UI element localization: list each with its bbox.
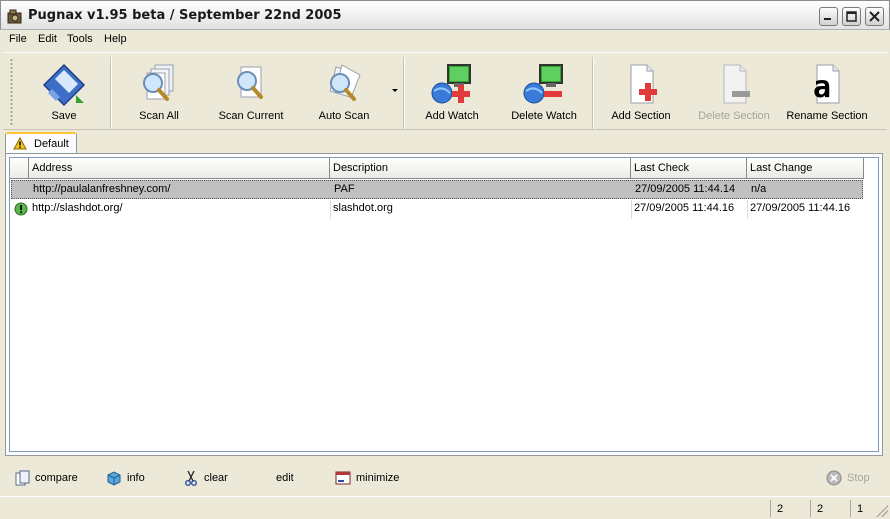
info-icon [107,471,121,486]
close-button[interactable] [865,7,884,26]
rename-section-button[interactable]: a Rename Section [781,59,873,127]
toolbar-separator [403,57,405,129]
rename-section-icon: a [813,64,840,105]
compare-label: compare [35,472,78,484]
column-header-status[interactable] [10,158,29,179]
delete-watch-label: Delete Watch [511,110,577,122]
save-button[interactable]: Save [23,59,105,127]
delete-section-icon [723,64,750,104]
last-check-cell: 27/09/2005 11:44.16 [634,202,735,214]
tab-default[interactable]: Default [5,132,77,154]
add-section-label: Add Section [611,110,671,122]
save-label: Save [51,110,77,122]
add-section-button[interactable]: Add Section [600,59,682,127]
status-panel-total: 2 [770,500,810,517]
bottom-toolbar: compare info clear edit minimize Stop [3,462,887,494]
info-button[interactable]: info [106,470,156,488]
delete-watch-button[interactable]: Delete Watch [503,59,585,127]
save-icon [42,63,86,107]
scan-all-label: Scan All [139,110,179,122]
app-icon [7,9,22,24]
auto-scan-icon [329,64,361,101]
resize-grip[interactable] [876,505,888,517]
minimize-window-icon [335,471,351,485]
last-change-cell: 27/09/2005 11:44.16 [750,202,851,214]
delete-section-label: Delete Section [698,110,770,122]
maximize-button[interactable] [842,7,861,26]
scan-current-button[interactable]: Scan Current [206,59,296,127]
scissors-icon [185,470,197,486]
section-tabs: Default [3,130,887,154]
column-header-description[interactable]: Description [330,158,631,179]
minimize-button[interactable] [819,7,838,26]
changed-icon [14,202,28,216]
delete-section-button[interactable]: Delete Section [693,59,775,127]
toolbar-grip[interactable] [10,58,13,126]
address-cell: http://paulalanfreshney.com/ [33,183,171,195]
scan-current-label: Scan Current [218,110,284,122]
status-panel-count: 2 [810,500,850,517]
last-check-cell: 27/09/2005 11:44.14 [635,183,736,195]
auto-scan-button[interactable]: Auto Scan [303,59,385,127]
compare-icon [15,470,30,486]
cell-divider [330,200,331,219]
table-row[interactable]: http://slashdot.org/ slashdot.org 27/09/… [11,200,863,219]
window-title: Pugnax v1.95 beta / September 22nd 2005 [28,8,342,23]
menu-edit[interactable]: Edit [38,33,57,45]
address-cell: http://slashdot.org/ [32,202,123,214]
watch-list[interactable]: Address Description Last Check Last Chan… [9,157,879,452]
toolbar-separator [110,57,112,129]
stop-icon [826,470,842,486]
status-panel-changed: 1 [850,500,876,517]
compare-button[interactable]: compare [15,470,85,488]
scan-current-icon [237,66,263,99]
main-toolbar: Save Scan All Scan Current Auto Scan Add… [3,52,887,130]
column-header-address[interactable]: Address [29,158,330,179]
tab-label: Default [34,138,69,150]
svg-text:a: a [813,70,831,105]
minimize-icon [824,18,831,20]
auto-scan-label: Auto Scan [318,110,370,122]
scan-all-button[interactable]: Scan All [118,59,200,127]
stop-button[interactable]: Stop [826,470,876,488]
add-watch-label: Add Watch [425,110,479,122]
clear-label: clear [204,472,228,484]
column-header-last-change[interactable]: Last Change [747,158,864,179]
cell-divider [747,200,748,219]
table-row[interactable]: http://paulalanfreshney.com/ PAF 27/09/2… [11,180,863,199]
clear-button[interactable]: clear [183,470,233,488]
edit-label: edit [276,472,294,484]
add-watch-icon [431,64,471,104]
auto-scan-dropdown-icon[interactable] [392,89,398,92]
warning-icon [13,137,27,150]
column-header-last-check[interactable]: Last Check [631,158,747,179]
maximize-icon [846,11,857,22]
scan-all-icon [143,64,174,101]
add-watch-button[interactable]: Add Watch [411,59,493,127]
description-cell: slashdot.org [333,202,393,214]
delete-watch-icon [523,64,563,104]
info-label: info [127,472,145,484]
edit-button[interactable]: edit [276,470,306,488]
title-bar[interactable]: Pugnax v1.95 beta / September 22nd 2005 [0,0,890,30]
add-section-icon [630,64,657,104]
cell-divider [631,200,632,219]
toolbar-separator [592,57,594,129]
stop-label: Stop [847,472,870,484]
description-cell: PAF [334,183,355,195]
menu-tools[interactable]: Tools [67,33,93,45]
watch-list-panel: Address Description Last Check Last Chan… [5,153,883,456]
menu-help[interactable]: Help [104,33,127,45]
menu-file[interactable]: File [9,33,27,45]
last-change-cell: n/a [751,183,767,195]
rename-section-label: Rename Section [786,110,868,122]
minimize-label: minimize [356,472,400,484]
minimize-to-tray-button[interactable]: minimize [335,470,405,488]
close-icon [869,11,880,22]
menu-bar: File Edit Tools Help [0,30,890,50]
status-bar: 2 2 1 [0,496,890,519]
